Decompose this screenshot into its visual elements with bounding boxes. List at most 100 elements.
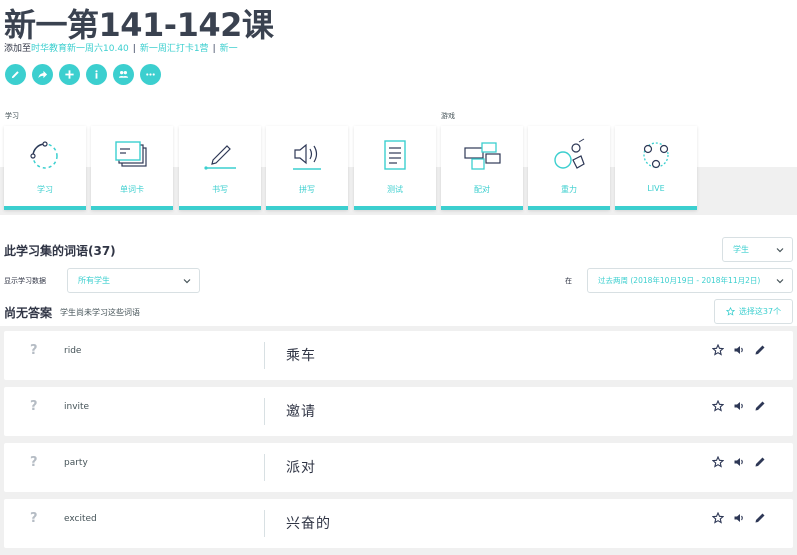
mode-label: 配对 — [474, 185, 490, 194]
star-icon[interactable] — [712, 456, 724, 468]
separator: | — [132, 44, 136, 54]
term-tools — [712, 512, 766, 524]
term-tools — [712, 400, 766, 412]
student-select[interactable]: 所有学生 — [67, 268, 200, 293]
learn-icon — [30, 141, 58, 169]
document-icon — [384, 140, 406, 170]
term-tools — [712, 456, 766, 468]
unknown-status-icon: ? — [30, 511, 38, 526]
author-link[interactable]: 时华教育新一周六10.40 — [31, 44, 129, 54]
edit-icon[interactable] — [754, 512, 766, 524]
more-icon — [146, 73, 155, 76]
term-word: excited — [64, 514, 97, 524]
term-definition: 兴奋的 — [286, 516, 331, 532]
share-button[interactable] — [32, 64, 53, 85]
study-section-label: 学习 — [5, 112, 19, 120]
more-button[interactable] — [140, 64, 161, 85]
mode-label: 重力 — [561, 185, 577, 194]
mode-label: 学习 — [37, 185, 53, 194]
divider — [264, 342, 265, 369]
term-row: ? invite 邀请 — [4, 387, 793, 436]
speaker-icon — [293, 143, 321, 170]
in-label: 在 — [565, 277, 572, 285]
edit-icon[interactable] — [754, 456, 766, 468]
edit-icon[interactable] — [754, 344, 766, 356]
separator: | — [212, 44, 216, 54]
star-icon[interactable] — [712, 400, 724, 412]
share-icon — [38, 70, 48, 79]
term-definition: 乘车 — [286, 348, 316, 364]
mode-spell[interactable]: 拼写 — [266, 126, 348, 210]
show-progress-label: 显示学习数据 — [4, 277, 46, 285]
mode-label: 测试 — [387, 185, 403, 194]
edit-button[interactable] — [5, 64, 26, 85]
mode-label: 书写 — [212, 185, 228, 194]
divider — [264, 454, 265, 481]
select-starred-label: 选择这37个 — [738, 307, 782, 316]
term-row: ? excited 兴奋的 — [4, 499, 793, 548]
date-range-select[interactable]: 过去两周 (2018年10月19日 - 2018年11月2日) — [587, 268, 793, 293]
add-icon — [65, 70, 74, 79]
class-link-1[interactable]: 新一周汇打卡1营 — [140, 44, 209, 54]
audio-icon[interactable] — [733, 344, 745, 356]
edit-icon[interactable] — [754, 400, 766, 412]
page-title: 新一第141-142课 — [4, 6, 274, 44]
date-range-value: 过去两周 (2018年10月19日 - 2018年11月2日) — [598, 276, 761, 285]
terms-section-title: 此学习集的词语(37) — [4, 244, 116, 258]
chevron-down-icon — [776, 248, 784, 253]
term-definition: 派对 — [286, 460, 316, 476]
unknown-status-icon: ? — [30, 455, 38, 470]
mode-write[interactable]: 书写 — [179, 126, 261, 210]
select-starred-button[interactable]: 选择这37个 — [714, 299, 793, 324]
role-select-value: 学生 — [733, 245, 749, 254]
mode-gravity[interactable]: 重力 — [528, 126, 610, 210]
chevron-down-icon — [776, 279, 784, 284]
no-answer-note: 学生尚未学习这些词语 — [60, 308, 140, 317]
mode-test[interactable]: 测试 — [354, 126, 436, 210]
chevron-down-icon — [183, 279, 191, 284]
term-tools — [712, 344, 766, 356]
mode-flashcards[interactable]: 单词卡 — [91, 126, 173, 210]
student-select-value: 所有学生 — [78, 276, 110, 285]
role-select[interactable]: 学生 — [722, 237, 793, 262]
pencil-icon — [204, 145, 236, 170]
people-icon — [118, 71, 129, 78]
term-row: ? party 派对 — [4, 443, 793, 492]
term-word: invite — [64, 402, 90, 412]
mode-learn[interactable]: 学习 — [4, 126, 86, 210]
star-icon — [725, 307, 735, 316]
class-link-2[interactable]: 新一 — [220, 44, 238, 54]
star-icon[interactable] — [712, 512, 724, 524]
no-answer-title: 尚无答案 — [4, 306, 53, 320]
term-definition: 邀请 — [286, 404, 316, 420]
mode-label: 拼写 — [299, 185, 315, 194]
audio-icon[interactable] — [733, 400, 745, 412]
unknown-status-icon: ? — [30, 343, 38, 358]
mode-match[interactable]: 配对 — [441, 126, 523, 210]
action-row — [5, 64, 161, 85]
audio-icon[interactable] — [733, 456, 745, 468]
added-prefix: 添加至 — [4, 44, 32, 54]
audio-icon[interactable] — [733, 512, 745, 524]
unknown-status-icon: ? — [30, 399, 38, 414]
term-word: party — [64, 458, 88, 468]
divider — [264, 398, 265, 425]
flashcards-icon — [115, 141, 147, 167]
star-icon[interactable] — [712, 344, 724, 356]
set-info: 添加至时华教育新一周六10.40 | 新一周汇打卡1营 | 新一 — [4, 41, 238, 54]
edit-icon — [11, 71, 19, 79]
members-button[interactable] — [113, 64, 134, 85]
games-section-label: 游戏 — [441, 112, 455, 120]
mode-live[interactable]: LIVE — [615, 126, 697, 210]
info-button[interactable] — [86, 64, 107, 85]
match-icon — [464, 142, 501, 170]
term-row: ? ride 乘车 — [4, 331, 793, 380]
gravity-icon — [554, 138, 585, 169]
live-icon — [643, 142, 669, 169]
add-button[interactable] — [59, 64, 80, 85]
info-icon — [95, 70, 98, 79]
mode-label: 单词卡 — [120, 185, 144, 194]
divider — [264, 510, 265, 537]
term-word: ride — [64, 346, 82, 356]
mode-label: LIVE — [647, 184, 665, 193]
